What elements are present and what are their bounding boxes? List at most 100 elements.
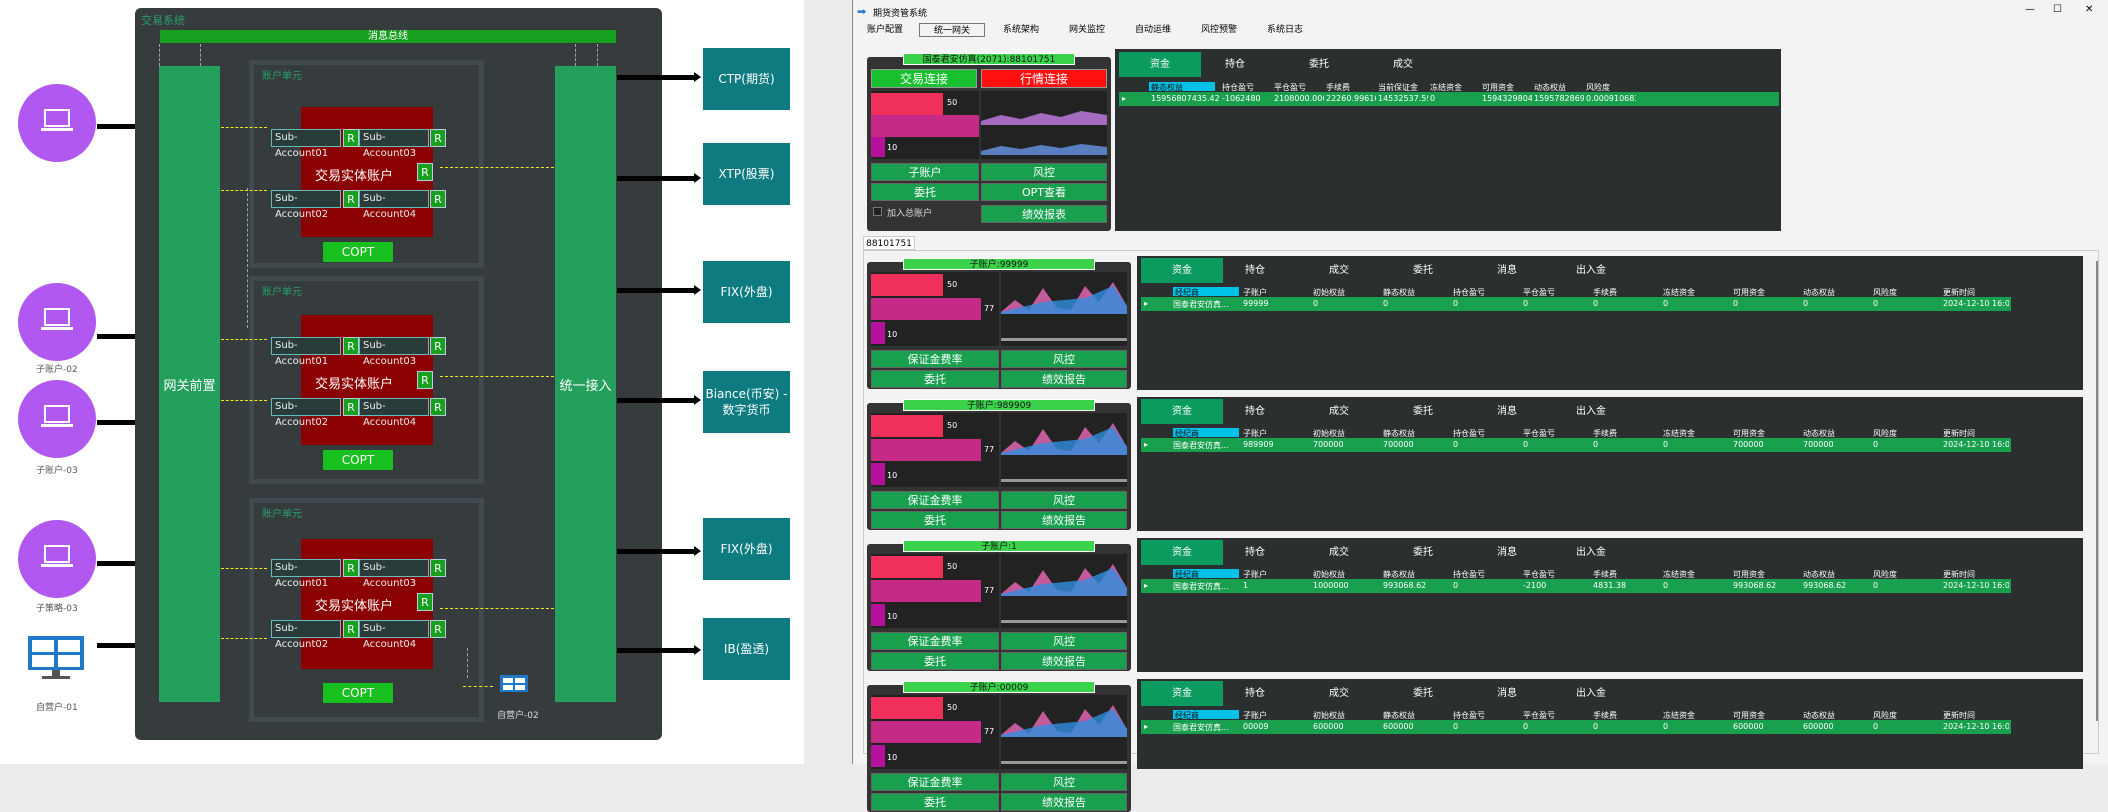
- order-button[interactable]: 委托: [871, 511, 999, 529]
- menu-auto-ops[interactable]: 自动运维: [1131, 23, 1175, 37]
- tab-orders[interactable]: 委托: [1289, 52, 1349, 77]
- sub-tab[interactable]: 委托: [1393, 399, 1453, 424]
- bar-label: 10: [887, 143, 898, 152]
- sub-tab[interactable]: 持仓: [1225, 258, 1285, 283]
- table-cell: 700000: [1313, 440, 1344, 449]
- table-cell: 1000000: [1313, 581, 1349, 590]
- risk-button[interactable]: 风控: [1001, 773, 1127, 791]
- sub-tab[interactable]: 成交: [1309, 258, 1369, 283]
- close-button[interactable]: ✕: [2085, 4, 2093, 15]
- table-cell: 0: [1453, 581, 1459, 590]
- table-cell: 700000: [1803, 440, 1834, 449]
- tab-positions[interactable]: 持仓: [1205, 52, 1265, 77]
- sub-tab[interactable]: 持仓: [1225, 540, 1285, 565]
- table-cell: 0: [1313, 299, 1319, 308]
- gateway-front: 网关前置: [159, 66, 220, 702]
- order-button[interactable]: 委托: [871, 793, 999, 811]
- sub-tab[interactable]: 持仓: [1225, 681, 1285, 706]
- risk-button[interactable]: 风控: [981, 163, 1107, 181]
- menu-risk-alert[interactable]: 风控预警: [1197, 23, 1241, 37]
- trade-connection-button[interactable]: 交易连接: [871, 69, 977, 88]
- table-cell: 0.000910683901...: [1586, 94, 1636, 103]
- sub-tab[interactable]: 消息: [1477, 399, 1537, 424]
- margin-rate-button[interactable]: 保证金费率: [871, 773, 999, 791]
- performance-report-button[interactable]: 绩效报告: [1001, 370, 1127, 388]
- sub-tab[interactable]: 出入金: [1561, 399, 1621, 424]
- table-cell: 0: [1733, 299, 1739, 308]
- bar-label: 50: [947, 421, 958, 430]
- arrow: [617, 546, 701, 556]
- margin-rate-button[interactable]: 保证金费率: [871, 491, 999, 509]
- table-row[interactable]: ▸ 国泰君安仿真... 989909 700000 700000 0 0 0 0 700000 70…: [1141, 438, 2011, 452]
- menu-architecture[interactable]: 系统架构: [999, 23, 1043, 37]
- tab-funds[interactable]: 资金: [1119, 52, 1201, 77]
- order-button[interactable]: 委托: [871, 183, 979, 201]
- row-indicator: ▸: [1122, 94, 1127, 103]
- table-cell: 0: [1453, 440, 1459, 449]
- bar-panel: 50 77 10: [871, 413, 999, 487]
- sub-account-button[interactable]: 子账户: [871, 163, 979, 181]
- risk-button[interactable]: 风控: [1001, 350, 1127, 368]
- sub-tab[interactable]: 成交: [1309, 399, 1369, 424]
- sub-tab[interactable]: 消息: [1477, 681, 1537, 706]
- sub-tab[interactable]: 消息: [1477, 258, 1537, 283]
- performance-report-button[interactable]: 绩效报告: [1001, 793, 1127, 811]
- row-indicator: ▸: [1144, 722, 1149, 731]
- table-row[interactable]: ▸ 15956807435.42... -1062480 2108000.000…: [1119, 92, 1779, 106]
- menu-unified-gateway[interactable]: 统一网关: [919, 23, 985, 37]
- user-node-4: [18, 520, 96, 598]
- sub-tab[interactable]: 资金: [1141, 258, 1223, 283]
- external-ib: IB(盈透): [703, 618, 790, 680]
- external-fix-2: FIX(外盘): [703, 518, 790, 580]
- sub-tab[interactable]: 委托: [1393, 681, 1453, 706]
- menu-system-log[interactable]: 系统日志: [1263, 23, 1307, 37]
- menu-account-config[interactable]: 账户配置: [863, 23, 907, 37]
- tab-account[interactable]: 88101751: [863, 236, 915, 250]
- scrollbar[interactable]: [2096, 261, 2098, 721]
- sub-tab[interactable]: 资金: [1141, 399, 1223, 424]
- sub-tab[interactable]: 出入金: [1561, 681, 1621, 706]
- sub-tab[interactable]: 成交: [1309, 681, 1369, 706]
- table-row[interactable]: ▸ 国泰君安仿真... 00009 600000 600000 0 0 0 0 600000 600…: [1141, 720, 2011, 734]
- table-cell: 0: [1453, 722, 1459, 731]
- bar-panel: 50 77 10: [871, 695, 999, 769]
- tab-trades[interactable]: 成交: [1373, 52, 1433, 77]
- sub-tab[interactable]: 出入金: [1561, 258, 1621, 283]
- performance-report-button[interactable]: 绩效报告: [1001, 511, 1127, 529]
- arrow: [221, 190, 267, 191]
- r-button: R: [343, 129, 359, 147]
- r-button: R: [430, 559, 446, 577]
- sub-tab[interactable]: 委托: [1393, 540, 1453, 565]
- margin-rate-button[interactable]: 保证金费率: [871, 632, 999, 650]
- table-row[interactable]: ▸ 国泰君安仿真... 1 1000000 993068.62 0 -2100 4831.38…: [1141, 579, 2011, 593]
- market-connection-button[interactable]: 行情连接: [981, 69, 1107, 88]
- table-cell: 0: [1523, 299, 1529, 308]
- sub-tab[interactable]: 出入金: [1561, 540, 1621, 565]
- bar-panel: 50 77 10: [871, 554, 999, 628]
- entity-label: 交易实体账户: [315, 169, 394, 184]
- r-button: R: [343, 190, 359, 208]
- risk-button[interactable]: 风控: [1001, 632, 1127, 650]
- menu-gateway-monitor[interactable]: 网关监控: [1065, 23, 1109, 37]
- sub-tab[interactable]: 资金: [1141, 681, 1223, 706]
- performance-report-button[interactable]: 绩效报表: [981, 205, 1107, 223]
- risk-button[interactable]: 风控: [1001, 491, 1127, 509]
- maximize-button[interactable]: ☐: [2053, 4, 2062, 15]
- sub-tab[interactable]: 成交: [1309, 540, 1369, 565]
- unit-title: 账户单元: [262, 287, 302, 298]
- minimize-button[interactable]: —: [2025, 4, 2035, 15]
- performance-report-button[interactable]: 绩效报告: [1001, 652, 1127, 670]
- sub-tab[interactable]: 委托: [1393, 258, 1453, 283]
- table-row[interactable]: ▸ 国泰君安仿真... 99999 0 0 0 0 0 0 0 0 0 2024-12-10 16:0.…: [1141, 297, 2011, 311]
- bar: [871, 580, 981, 602]
- margin-rate-button[interactable]: 保证金费率: [871, 350, 999, 368]
- sub-tab[interactable]: 资金: [1141, 540, 1223, 565]
- table-cell: 国泰君安仿真...: [1173, 723, 1229, 732]
- sub-tab[interactable]: 持仓: [1225, 399, 1285, 424]
- order-button[interactable]: 委托: [871, 370, 999, 388]
- sub-account-box: Sub-Account04: [359, 190, 429, 220]
- join-total-checkbox[interactable]: [873, 207, 882, 216]
- order-button[interactable]: 委托: [871, 652, 999, 670]
- opt-view-button[interactable]: OPT查看: [981, 183, 1107, 201]
- sub-tab[interactable]: 消息: [1477, 540, 1537, 565]
